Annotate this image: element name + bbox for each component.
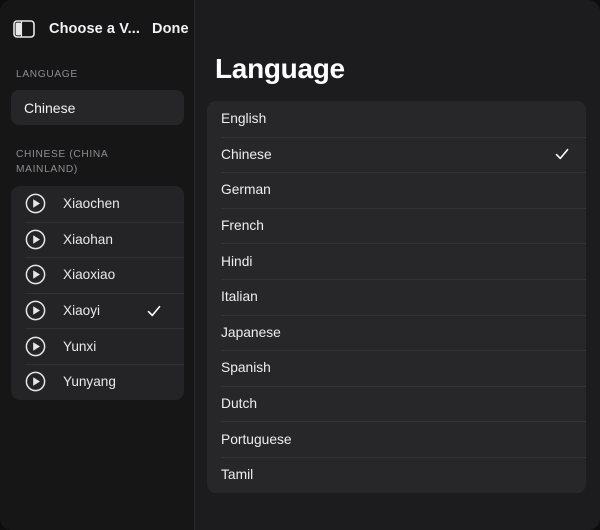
language-name: English bbox=[221, 111, 267, 127]
list-item[interactable]: Xiaoxiao bbox=[11, 257, 184, 293]
list-item[interactable]: Japanese bbox=[207, 314, 586, 351]
list-item[interactable]: Yunxi bbox=[11, 328, 184, 364]
language-select-value: Chinese bbox=[24, 99, 76, 116]
checkmark-icon bbox=[554, 146, 570, 162]
settings-window: Choose a V... Done LANGUAGE Chinese CHIN… bbox=[0, 0, 600, 530]
voice-name: Yunyang bbox=[63, 374, 116, 390]
list-item[interactable]: Portuguese bbox=[207, 421, 586, 457]
sidebar-panel-icon[interactable] bbox=[13, 20, 35, 38]
language-name: Japanese bbox=[221, 324, 281, 340]
list-item[interactable]: French bbox=[207, 207, 586, 244]
language-section-label: LANGUAGE bbox=[16, 69, 78, 80]
play-circle-icon[interactable] bbox=[25, 193, 46, 214]
language-name: Tamil bbox=[221, 467, 254, 483]
language-name: Portuguese bbox=[221, 431, 292, 447]
list-item[interactable]: Xiaoyi bbox=[11, 292, 184, 329]
language-list: English Chinese German French Hindi Ital… bbox=[207, 101, 586, 493]
main-panel: Language English Chinese German French H… bbox=[195, 0, 600, 530]
language-name: Hindi bbox=[221, 253, 253, 269]
list-item[interactable]: Hindi bbox=[207, 243, 586, 279]
list-item[interactable]: Dutch bbox=[207, 385, 586, 422]
done-button[interactable]: Done bbox=[152, 21, 189, 37]
list-item[interactable]: Xiaochen bbox=[11, 186, 184, 222]
main-heading: Language bbox=[215, 53, 345, 84]
language-name: Dutch bbox=[221, 396, 258, 412]
play-circle-icon[interactable] bbox=[25, 371, 46, 392]
language-select-field[interactable]: Chinese bbox=[11, 90, 184, 125]
voice-list: Xiaochen Xiaohan Xiaoxiao Xiaoyi Yunxi Y… bbox=[11, 186, 184, 400]
language-name: Spanish bbox=[221, 360, 271, 376]
play-circle-icon[interactable] bbox=[25, 229, 46, 250]
voice-name: Yunxi bbox=[63, 338, 97, 354]
list-item[interactable]: Italian bbox=[207, 278, 586, 315]
sidebar: Choose a V... Done LANGUAGE Chinese CHIN… bbox=[0, 0, 195, 530]
language-name: French bbox=[221, 218, 264, 234]
list-item[interactable]: Xiaohan bbox=[11, 221, 184, 258]
play-circle-icon[interactable] bbox=[25, 264, 46, 285]
voice-name: Xiaoyi bbox=[63, 303, 101, 319]
language-name: Chinese bbox=[221, 146, 272, 162]
list-item[interactable]: German bbox=[207, 172, 586, 208]
voice-name: Xiaochen bbox=[63, 196, 120, 212]
checkmark-icon bbox=[146, 303, 162, 319]
language-name: Italian bbox=[221, 289, 258, 305]
list-item[interactable]: Tamil bbox=[207, 456, 586, 493]
language-name: German bbox=[221, 182, 271, 198]
list-item[interactable]: Spanish bbox=[207, 350, 586, 386]
page-title: Choose a V... bbox=[49, 21, 141, 37]
play-circle-icon[interactable] bbox=[25, 336, 46, 357]
sidebar-toolbar: Choose a V... Done bbox=[0, 0, 195, 58]
list-item[interactable]: Chinese bbox=[207, 136, 586, 173]
voice-name: Xiaoxiao bbox=[63, 267, 116, 283]
voice-name: Xiaohan bbox=[63, 231, 113, 247]
play-circle-icon[interactable] bbox=[25, 300, 46, 321]
voices-section-label: CHINESE (CHINA MAINLAND) bbox=[16, 149, 108, 175]
list-item[interactable]: Yunyang bbox=[11, 363, 184, 400]
list-item[interactable]: English bbox=[207, 101, 586, 137]
